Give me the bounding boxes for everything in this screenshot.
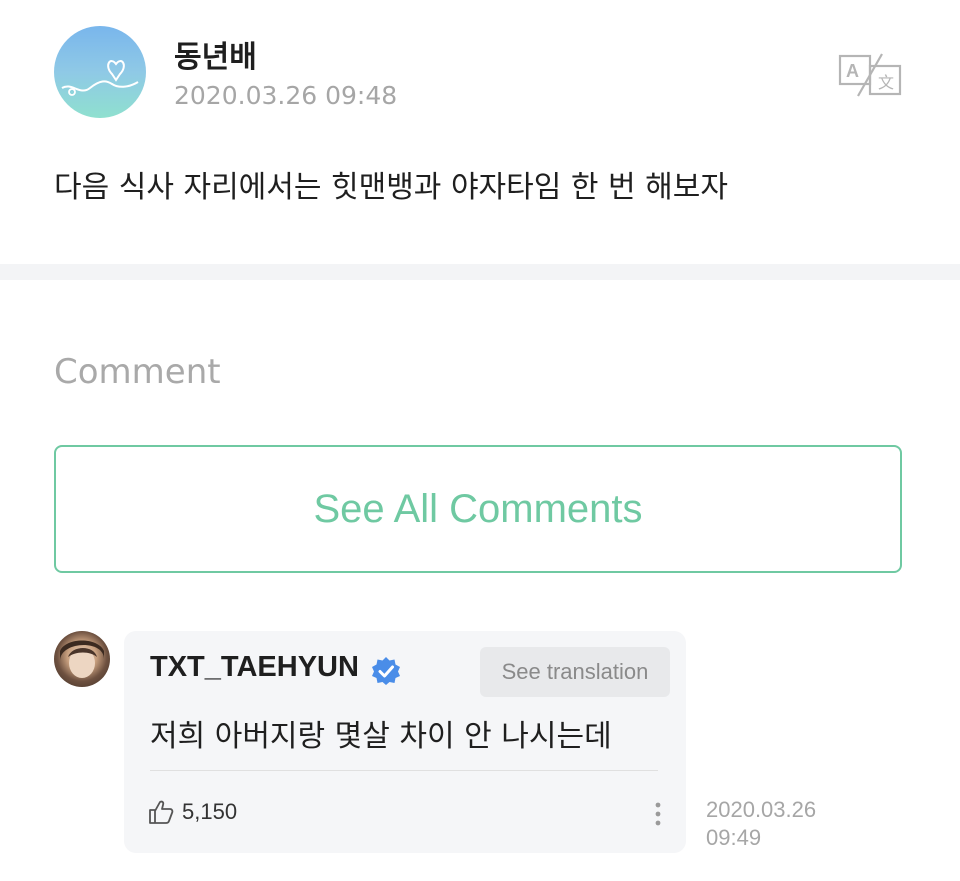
verified-badge-icon <box>370 655 402 687</box>
post-body-text: 다음 식사 자리에서는 힛맨뱅과 야자타임 한 번 해보자 <box>54 170 728 205</box>
section-divider <box>0 264 960 280</box>
more-vertical-icon <box>655 802 661 826</box>
like-count: 5,150 <box>182 799 238 824</box>
more-options-button[interactable] <box>648 797 668 833</box>
see-all-comments-button[interactable]: See All Comments <box>54 445 902 573</box>
comment-section-heading: Comment <box>54 352 221 392</box>
thumbs-up-icon <box>149 800 174 824</box>
person-photo-icon <box>60 640 104 678</box>
comment-separator <box>150 770 658 771</box>
like-button[interactable]: 5,150 <box>148 799 237 825</box>
post-author-name[interactable]: 동년배 <box>174 32 257 76</box>
svg-text:A: A <box>846 61 859 81</box>
commenter-avatar[interactable] <box>54 631 110 687</box>
comment-card: TXT_TAEHYUN See translation 저희 아버지랑 몇살 차… <box>124 631 686 853</box>
heart-doodle-icon <box>61 60 139 96</box>
post-timestamp: 2020.03.26 09:48 <box>174 81 398 110</box>
author-avatar[interactable] <box>54 26 146 118</box>
translate-button[interactable]: A 文 <box>836 52 904 98</box>
comment-author-name[interactable]: TXT_TAEHYUN <box>150 651 359 684</box>
see-translation-button[interactable]: See translation <box>480 647 670 697</box>
post: 동년배 2020.03.26 09:48 A 文 다음 식사 자리에서는 힛맨뱅… <box>0 0 960 264</box>
svg-text:文: 文 <box>878 73 894 92</box>
comment-timestamp: 2020.03.26 09:49 <box>706 797 817 850</box>
comment-body-text: 저희 아버지랑 몇살 차이 안 나시는데 <box>150 719 612 754</box>
translate-icon: A 文 <box>838 53 902 97</box>
